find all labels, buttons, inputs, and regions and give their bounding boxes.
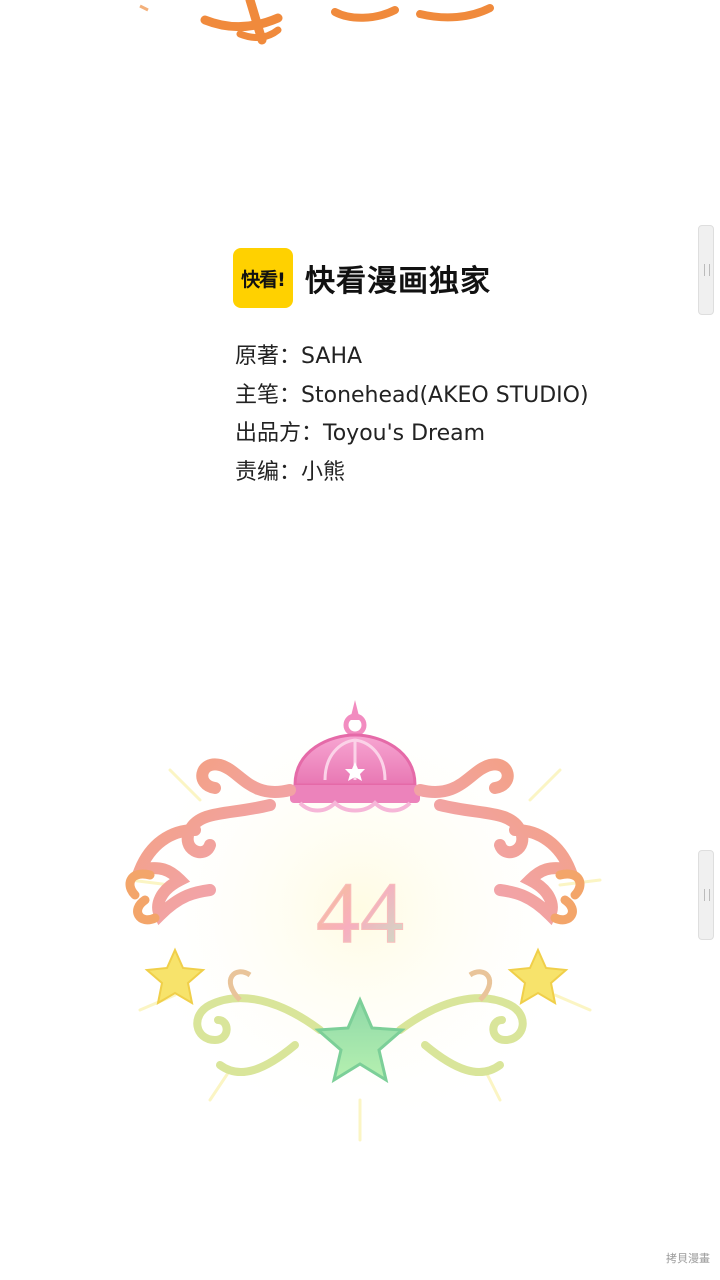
credit-value: Toyou's Dream <box>323 421 486 446</box>
credit-original: 原著：SAHA <box>235 338 589 377</box>
chapter-emblem: 44 <box>125 680 602 1142</box>
credit-label: 出品方： <box>235 421 324 446</box>
credit-value: Stonehead(AKEO STUDIO) <box>301 382 589 408</box>
credits-list: 原著：SAHA 主笔：Stonehead(AKEO STUDIO) 出品方：To… <box>235 338 589 492</box>
brand-header: 快看! 快看漫画独家 <box>233 248 491 308</box>
kuaikan-logo: 快看! <box>233 248 293 308</box>
credit-label: 主笔： <box>235 382 302 408</box>
credit-label: 责编： <box>235 459 302 485</box>
scroll-handle-bottom[interactable] <box>698 850 714 940</box>
chapter-number: 44 <box>316 865 404 962</box>
brand-name: 快看漫画独家 <box>305 264 491 299</box>
credit-editor: 责编：小熊 <box>235 454 589 493</box>
credit-label: 原著： <box>235 344 302 369</box>
title-art-fragment <box>139 0 494 45</box>
credit-value: SAHA <box>301 344 363 369</box>
credit-publisher: 出品方：Toyou's Dream <box>235 415 589 454</box>
scroll-handle-top[interactable] <box>698 225 714 315</box>
watermark: 拷貝漫畫 <box>666 1250 710 1266</box>
credit-value: 小熊 <box>301 459 346 485</box>
credit-artist: 主笔：Stonehead(AKEO STUDIO) <box>235 377 589 416</box>
